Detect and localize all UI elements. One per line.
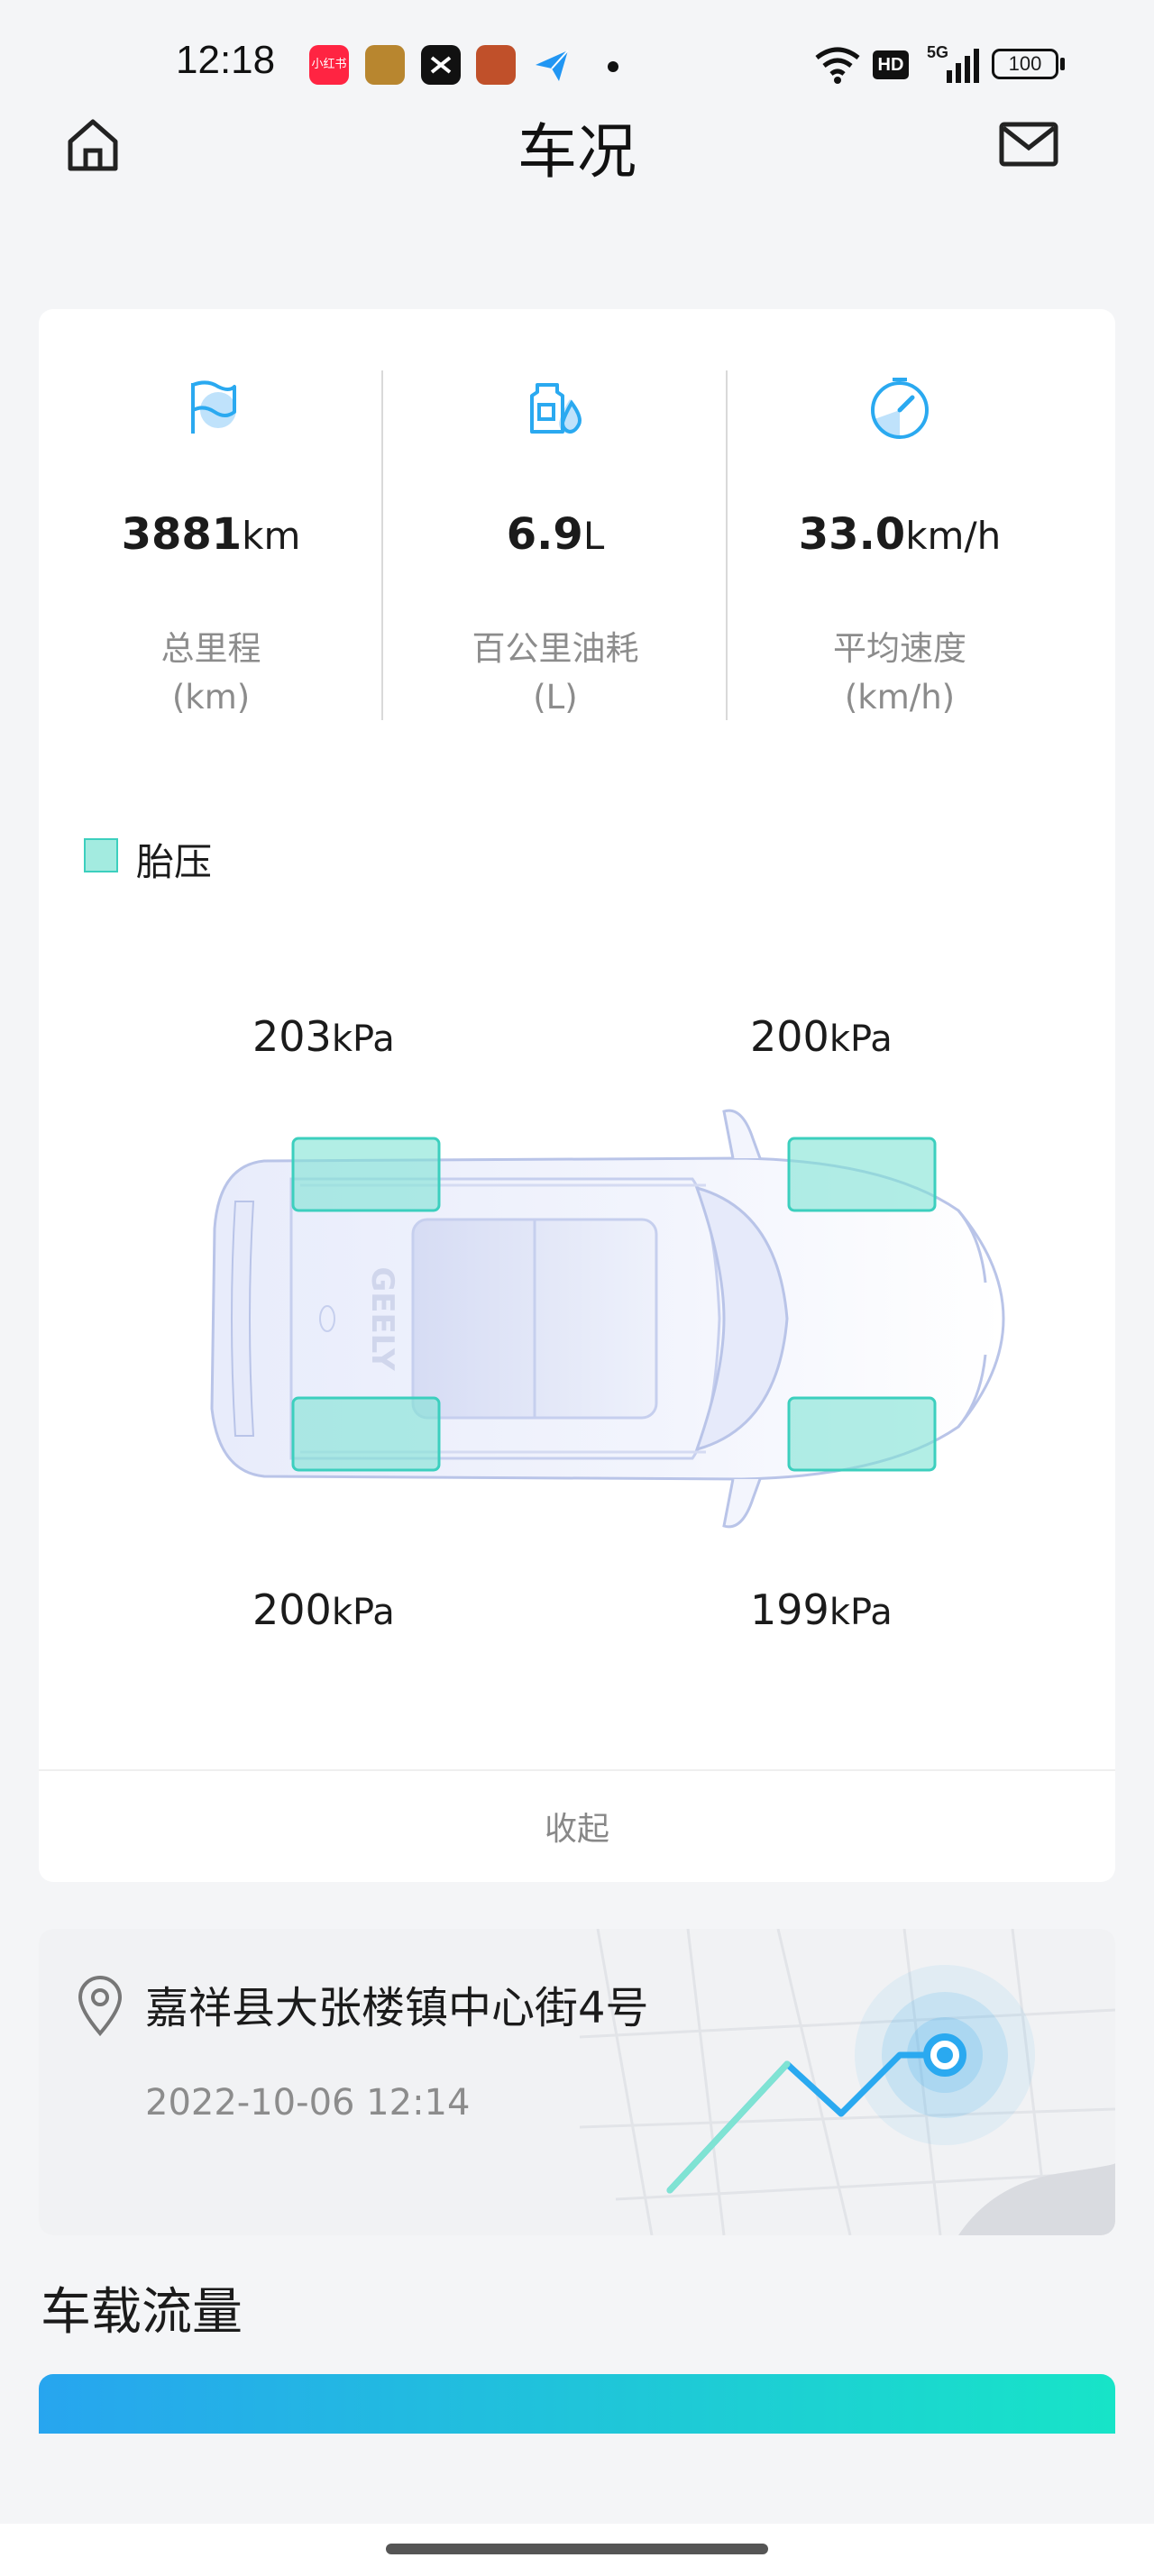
stat-unit: L	[582, 514, 605, 558]
stat-value: 3881	[121, 509, 243, 560]
collapse-button[interactable]: 收起	[39, 1769, 1115, 1884]
tire-pressure-front-right: 200kPa	[750, 1012, 893, 1061]
tire-pressure-front-left: 203kPa	[252, 1012, 395, 1061]
tire-pressure-legend-swatch	[84, 838, 118, 872]
status-time: 12:18	[176, 38, 276, 82]
wifi-icon	[815, 47, 860, 84]
tire-pressure-rear-right: 199kPa	[750, 1585, 893, 1634]
location-pin-icon	[78, 1976, 123, 2037]
capcut-icon	[421, 45, 461, 85]
stat-value: 33.0	[798, 509, 906, 560]
vehicle-location-card[interactable]: 嘉祥县大张楼镇中心街4号 2022-10-06 12:14	[39, 1929, 1115, 2235]
stat-unit: km	[242, 514, 301, 558]
battery-tip	[1060, 58, 1065, 70]
page-title: 车况	[517, 117, 637, 187]
stat-unit: km/h	[905, 514, 1002, 558]
tire-pressure-rear-left: 200kPa	[252, 1585, 395, 1634]
stat-label: 百公里油耗	[472, 629, 639, 668]
tire-rear-right	[787, 1396, 937, 1472]
speedometer-icon	[871, 378, 929, 439]
tire-front-right	[787, 1137, 937, 1212]
location-address: 嘉祥县大张楼镇中心街4号	[145, 1983, 649, 2033]
xiaohongshu-icon: 小红书	[309, 45, 349, 85]
tire-pressure-legend-label: 胎压	[136, 840, 213, 884]
battery-icon: 100	[992, 49, 1058, 79]
hd-badge: HD	[873, 50, 909, 79]
stat-label: 总里程	[160, 629, 261, 668]
vehicle-status-card: 3881km 总里程 (km) 6.9L 百公里油耗 (L) 33.0km/h 平均…	[39, 309, 1115, 1882]
game-icon	[476, 45, 516, 85]
game-icon	[365, 45, 405, 85]
tire-front-left	[291, 1137, 441, 1212]
location-timestamp: 2022-10-06 12:14	[145, 2082, 471, 2124]
car-top-view: GEELY	[210, 1109, 1005, 1529]
home-indicator[interactable]	[386, 2544, 768, 2554]
paper-plane-icon	[532, 45, 572, 85]
fuel-icon	[530, 383, 582, 434]
stat-sublabel: (L)	[533, 678, 578, 717]
traffic-section-title: 车载流量	[41, 2283, 243, 2342]
stat-value: 6.9	[506, 509, 583, 560]
stat-sublabel: (km)	[171, 678, 251, 717]
traffic-card-header[interactable]	[39, 2374, 1115, 2434]
stat-label: 平均速度	[833, 629, 966, 668]
collapse-label: 收起	[544, 1811, 609, 1848]
notification-dot	[608, 61, 618, 72]
messages-button[interactable]	[997, 117, 1060, 171]
tire-rear-left	[291, 1396, 441, 1472]
flag-icon	[191, 380, 236, 434]
mail-icon	[999, 122, 1058, 167]
signal-icon: 5G	[927, 43, 981, 83]
stat-sublabel: (km/h)	[844, 678, 956, 717]
brand-logo-text: GEELY	[364, 1266, 400, 1371]
